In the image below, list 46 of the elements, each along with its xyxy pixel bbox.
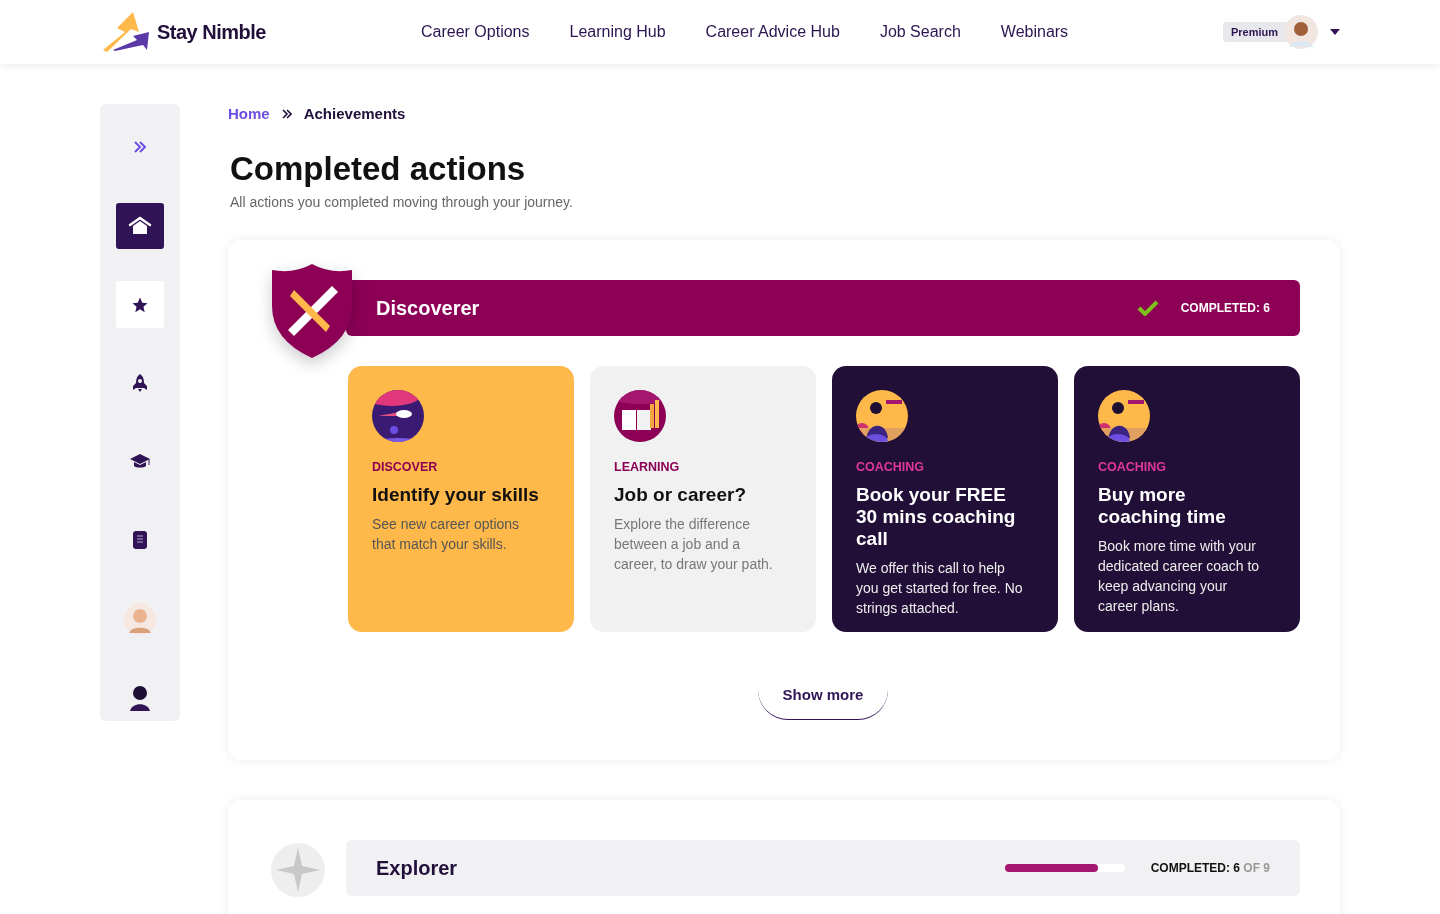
card-title: Identify your skills [372,484,540,506]
logo-icon [103,12,149,52]
card-title: Buy more coaching time [1098,484,1227,528]
card-category: COACHING [856,460,926,474]
sidebar-item[interactable] [116,202,164,250]
action-card[interactable]: COACHING Buy more coaching time Book more time with your dedicated career coach to keep advancing your career plans. [1074,366,1300,632]
breadcrumb-link[interactable]: Home [228,105,270,122]
person-silhouette-icon [129,683,151,712]
avatar-icon[interactable] [1284,15,1318,49]
card-description: We offer this call to help you get started for free. No strings attached. [856,559,1024,618]
home-icon [128,215,152,236]
card-description: See new career options that match your skills. [372,515,521,554]
page-title: Completed actions [230,150,527,188]
card-category: COACHING [1098,460,1168,474]
compass-badge-icon [270,842,326,898]
breadcrumb-current: Achievements [303,105,406,122]
avatar-icon [124,603,156,636]
sidebar-item[interactable] [116,281,164,328]
nav-link[interactable]: Webinars [1000,23,1069,41]
graduation-cap-icon [130,453,150,470]
card-description: Explore the difference between a job and a career, to draw your path. [614,515,774,574]
section-title: Explorer [376,856,459,880]
card-title: Job or career? [614,484,747,506]
expand-icon [133,140,147,155]
section-title: Discoverer [376,296,481,320]
card-category: LEARNING [614,460,681,474]
completed-count: COMPLETED: 6 [1180,301,1270,315]
completed-count: COMPLETED: 6 OF 9 [1150,861,1270,875]
action-card[interactable]: COACHING Book your FREE 30 mins coaching call We offer this call to help you get started for free. No strings attached. [832,366,1058,632]
card-category: DISCOVER [372,460,439,474]
check-icon [1136,300,1159,316]
action-card[interactable]: DISCOVER Identify your skills See new career options that match your skills. [348,366,574,632]
nav-link[interactable]: Career Options [421,23,530,41]
nav-link[interactable]: Career Advice Hub [705,23,840,41]
nav-link[interactable]: Job Search [879,23,961,41]
card-description: Book more time with your dedicated career coach to keep advancing your career plans. [1098,537,1261,616]
notebook-icon [133,531,147,550]
nav-link[interactable]: Learning Hub [569,23,666,41]
action-card[interactable]: LEARNING Job or career? Explore the difference between a job and a career, to draw your path. [590,366,816,632]
rocket-icon [132,374,148,393]
caret-icon[interactable] [1330,29,1340,35]
premium-badge: Premium [1222,22,1288,42]
card-title: Book your FREE 30 mins coaching call [856,484,1017,550]
page-subtitle: All actions you completed moving through your journey. [230,194,574,210]
brand-name: Stay Nimble [157,20,266,44]
chevrons-icon [281,108,292,119]
